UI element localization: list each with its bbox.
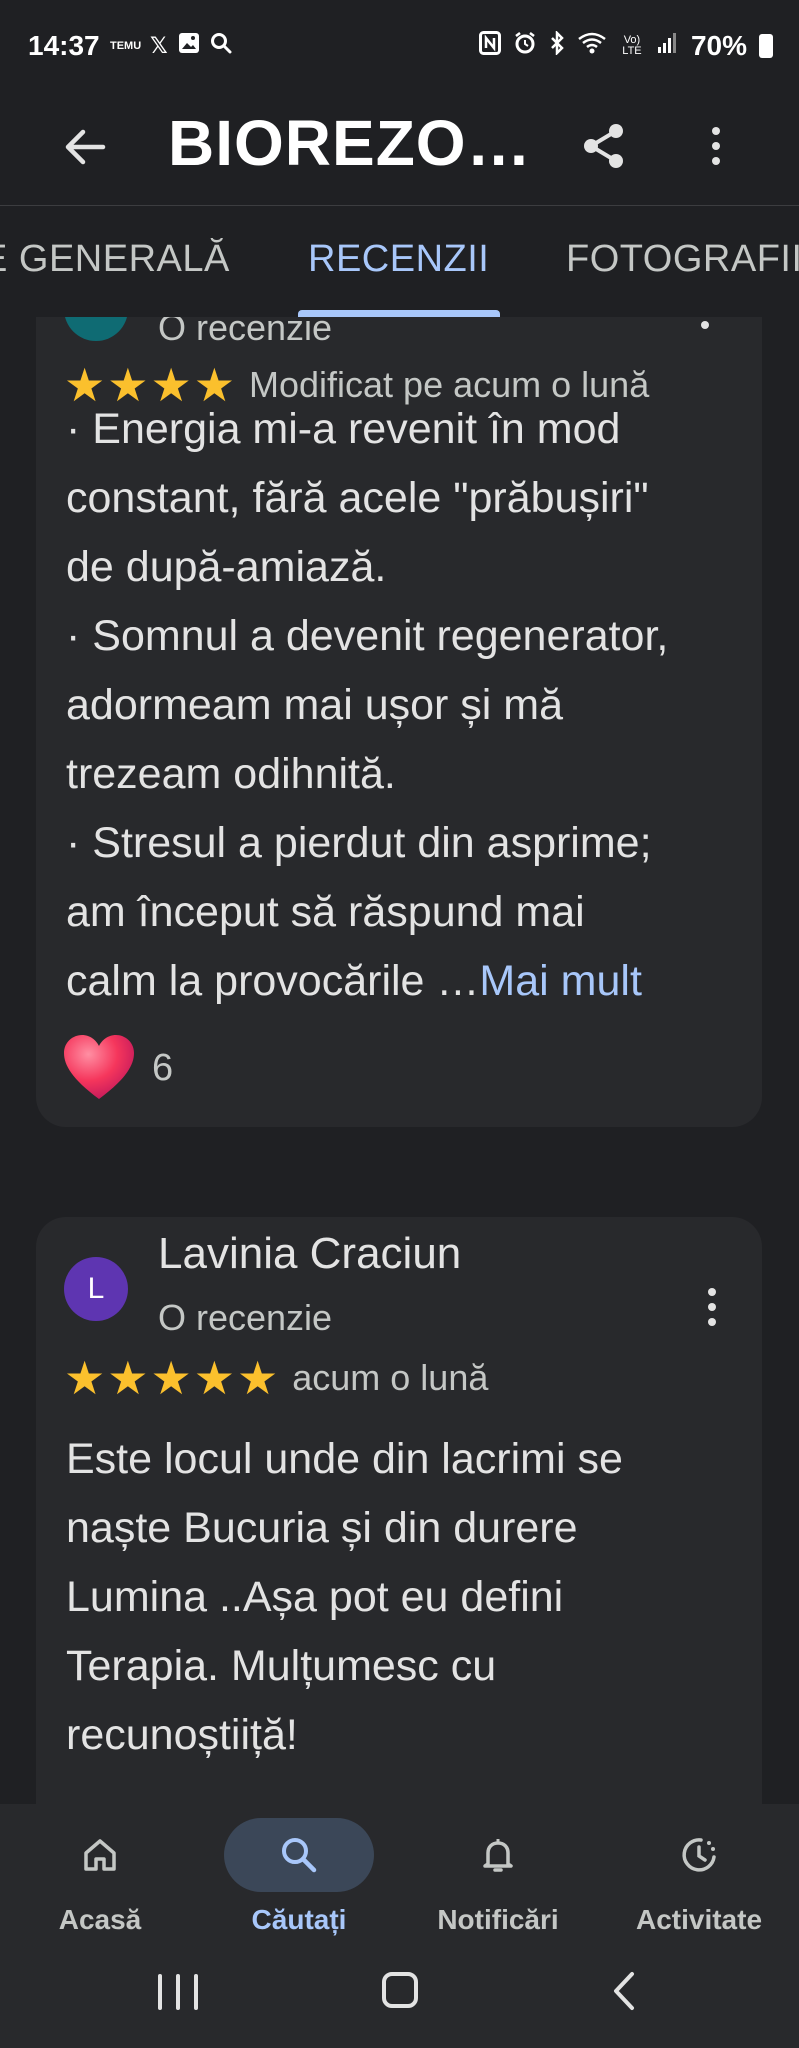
nav-label: Notificări bbox=[437, 1904, 559, 1935]
star-icon: ★ bbox=[150, 1352, 192, 1404]
tab-overview[interactable]: E GENERALĂ bbox=[0, 238, 230, 281]
battery-level: 70% bbox=[690, 30, 747, 61]
status-bar: 14:37 TEMU 𝕏 Vo) LTE 70% bbox=[0, 0, 799, 100]
tab-bar: E GENERALĂ RECENZII FOTOGRAFII bbox=[0, 205, 799, 317]
read-more-link[interactable]: Mai mult bbox=[479, 957, 641, 1005]
review-text-line: · Somnul a devenit regenerator, bbox=[66, 612, 669, 660]
review-text-line: Terapia. Mulțumesc cu bbox=[66, 1642, 497, 1690]
nav-label: Activitate bbox=[635, 1904, 763, 1935]
review-text-line: calm la provocările … bbox=[66, 957, 480, 1005]
app-bar: BIOREZO… bbox=[0, 100, 799, 205]
bluetooth-icon bbox=[549, 29, 565, 61]
status-notification-icons: TEMU 𝕏 bbox=[110, 32, 232, 60]
screen: 14:37 TEMU 𝕏 Vo) LTE 70% BIOREZO… E GENE… bbox=[0, 0, 799, 2048]
review-text-line: Lumina ..Așa pot eu defini bbox=[66, 1573, 564, 1621]
review-date: acum o lună bbox=[292, 1357, 489, 1398]
chevron-left-icon bbox=[614, 1972, 634, 2010]
star-icon: ★ bbox=[237, 1352, 279, 1404]
tab-reviews[interactable]: RECENZII bbox=[308, 238, 489, 281]
review-count: O recenzie bbox=[158, 1297, 333, 1338]
reaction-row: 6 bbox=[62, 1033, 173, 1103]
reviews-list[interactable]: O recenzie ★ ★ ★ ★ Modificat pe acum o l… bbox=[0, 317, 799, 1804]
avatar[interactable]: L bbox=[64, 1257, 128, 1321]
search-icon bbox=[282, 1838, 317, 1873]
star-rating: ★ ★ ★ ★ ★ bbox=[64, 1355, 278, 1401]
review-card: L Lavinia Craciun O recenzie ★ ★ ★ ★ ★ a… bbox=[36, 1217, 762, 1804]
temu-icon: TEMU bbox=[110, 39, 142, 52]
review-text-line: naște Bucuria și din durere bbox=[66, 1504, 578, 1552]
back-button[interactable] bbox=[60, 122, 110, 172]
system-navigation-bar bbox=[0, 1944, 799, 2048]
star-icon: ★ bbox=[193, 1352, 235, 1404]
alarm-icon bbox=[513, 31, 537, 61]
more-vert-icon bbox=[708, 1288, 716, 1296]
review-card: O recenzie ★ ★ ★ ★ Modificat pe acum o l… bbox=[36, 317, 762, 1127]
star-icon: ★ bbox=[64, 1352, 106, 1404]
nfc-icon bbox=[478, 31, 501, 61]
review-text[interactable]: · Energia mi-a revenit în mod constant, … bbox=[66, 395, 746, 1016]
more-options-button[interactable] bbox=[696, 120, 736, 172]
signal-icon bbox=[657, 31, 679, 61]
nav-label: Căutați bbox=[251, 1904, 347, 1935]
avatar[interactable] bbox=[64, 317, 128, 341]
share-icon bbox=[584, 124, 623, 168]
reaction-count: 6 bbox=[152, 1046, 174, 1089]
nav-label: Acasă bbox=[58, 1904, 142, 1935]
active-tab-indicator bbox=[298, 310, 500, 317]
page-title: BIOREZO… bbox=[168, 107, 532, 179]
author-name[interactable]: Lavinia Craciun bbox=[158, 1229, 461, 1279]
system-back-button[interactable] bbox=[610, 1970, 638, 2017]
gallery-icon bbox=[178, 32, 200, 60]
review-text-line: recunoștiiță! bbox=[66, 1711, 298, 1759]
more-vert-icon bbox=[712, 127, 720, 135]
review-text-line: adormeam mai ușor și mă bbox=[66, 681, 564, 729]
recent-apps-button[interactable] bbox=[158, 1974, 198, 2010]
wifi-icon bbox=[577, 31, 607, 61]
review-text[interactable]: Este locul unde din lacrimi se naște Buc… bbox=[66, 1425, 746, 1770]
bell-icon bbox=[483, 1839, 513, 1872]
x-icon: 𝕏 bbox=[150, 33, 168, 58]
review-text-line: am început să răspund mai bbox=[66, 888, 585, 936]
arrow-back-icon bbox=[65, 129, 106, 165]
volte-icon: Vo) LTE bbox=[622, 34, 642, 57]
review-text-line: Este locul unde din lacrimi se bbox=[66, 1435, 623, 1483]
review-more-options-button[interactable] bbox=[692, 1281, 732, 1333]
review-text-line: constant, fără acele "prăbușiri" bbox=[66, 474, 649, 522]
home-button[interactable] bbox=[382, 1972, 418, 2008]
review-text-line-last: calm la provocările …Mai mult bbox=[66, 947, 746, 1016]
activity-icon bbox=[682, 1838, 716, 1872]
rating-row: ★ ★ ★ ★ ★ acum o lună bbox=[64, 1355, 488, 1401]
share-button[interactable] bbox=[578, 120, 630, 172]
home-icon bbox=[84, 1839, 116, 1871]
review-text-line: de după-amiază. bbox=[66, 543, 387, 591]
review-count: O recenzie bbox=[158, 317, 333, 348]
heart-icon[interactable] bbox=[62, 1033, 136, 1103]
status-time: 14:37 bbox=[28, 30, 100, 61]
review-text-line: trezeam odihnită. bbox=[66, 750, 396, 798]
search-icon bbox=[210, 32, 232, 60]
status-system-icons: Vo) LTE 70% bbox=[478, 29, 773, 62]
review-text-line: · Energia mi-a revenit în mod bbox=[66, 405, 621, 453]
more-vert-icon[interactable] bbox=[701, 321, 709, 329]
review-text-line: · Stresul a pierdut din asprime; bbox=[66, 819, 652, 867]
tab-photos[interactable]: FOTOGRAFII bbox=[566, 238, 799, 281]
star-icon: ★ bbox=[107, 1352, 149, 1404]
battery-icon bbox=[759, 34, 773, 58]
